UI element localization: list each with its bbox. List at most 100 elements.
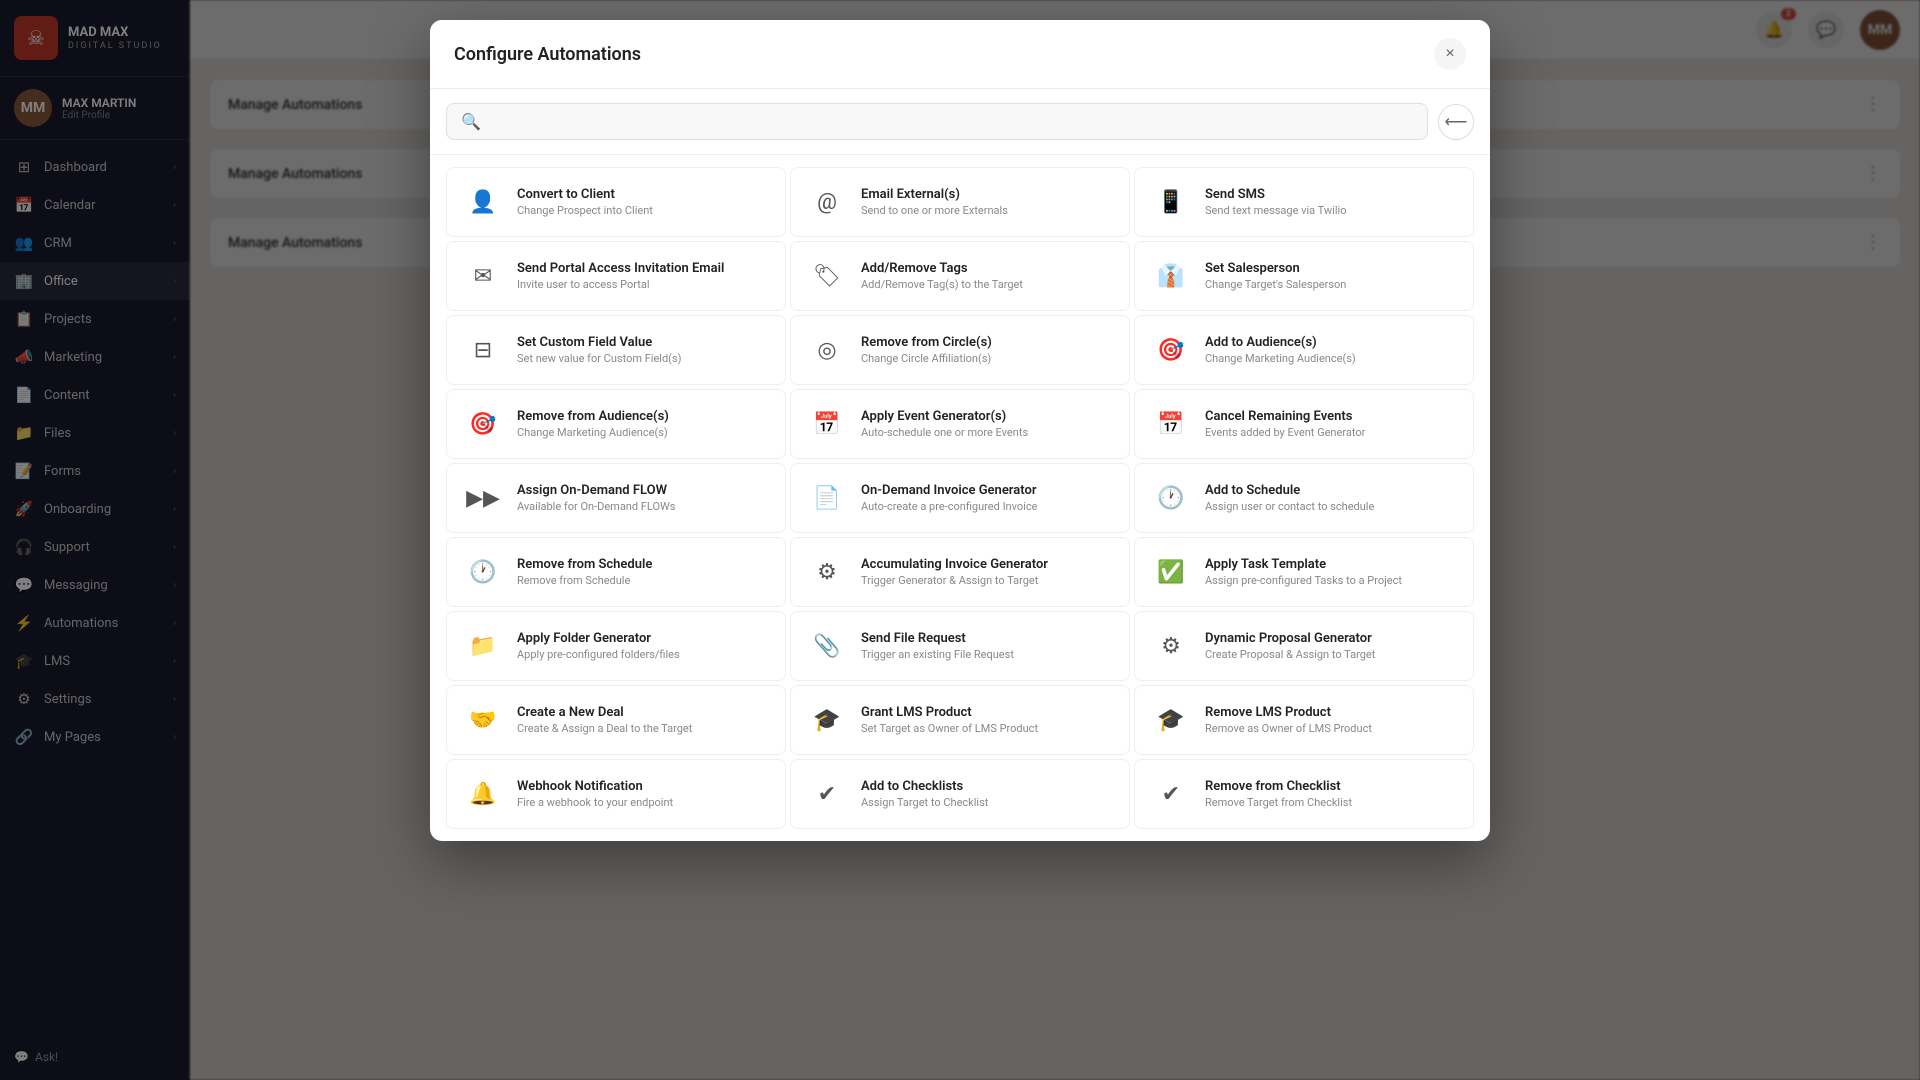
automation-card-remove-from-checklist[interactable]: ✔ Remove from Checklist Remove Target fr… <box>1134 759 1474 829</box>
card-icon: 🏷 <box>807 256 847 296</box>
card-title: Send SMS <box>1205 187 1346 202</box>
card-icon: ⚙ <box>807 552 847 592</box>
automation-card-remove-from-circles[interactable]: ◎ Remove from Circle(s) Change Circle Af… <box>790 315 1130 385</box>
card-title: Grant LMS Product <box>861 705 1038 720</box>
automation-card-on-demand-invoice-generator[interactable]: 📄 On-Demand Invoice Generator Auto-creat… <box>790 463 1130 533</box>
card-icon: ✔ <box>807 774 847 814</box>
card-desc: Create Proposal & Assign to Target <box>1205 648 1375 661</box>
card-icon: 🔔 <box>463 774 503 814</box>
automation-card-set-custom-field[interactable]: ⊟ Set Custom Field Value Set new value f… <box>446 315 786 385</box>
card-icon: ⊟ <box>463 330 503 370</box>
card-title: Send File Request <box>861 631 1014 646</box>
card-desc: Change Marketing Audience(s) <box>1205 352 1356 365</box>
automation-card-remove-from-schedule[interactable]: 🕐 Remove from Schedule Remove from Sched… <box>446 537 786 607</box>
card-title: Add to Audience(s) <box>1205 335 1356 350</box>
automation-card-apply-folder-generator[interactable]: 📁 Apply Folder Generator Apply pre-confi… <box>446 611 786 681</box>
card-desc: Change Prospect into Client <box>517 204 653 217</box>
automation-card-email-externals[interactable]: @ Email External(s) Send to one or more … <box>790 167 1130 237</box>
card-icon: ▶▶ <box>463 478 503 518</box>
card-desc: Remove as Owner of LMS Product <box>1205 722 1372 735</box>
automation-card-dynamic-proposal-generator[interactable]: ⚙ Dynamic Proposal Generator Create Prop… <box>1134 611 1474 681</box>
automation-card-send-sms[interactable]: 📱 Send SMS Send text message via Twilio <box>1134 167 1474 237</box>
card-desc: Events added by Event Generator <box>1205 426 1365 439</box>
card-icon: 📅 <box>807 404 847 444</box>
back-button[interactable]: ⟵ <box>1438 104 1474 140</box>
card-desc: Trigger an existing File Request <box>861 648 1014 661</box>
card-title: Create a New Deal <box>517 705 692 720</box>
card-desc: Available for On-Demand FLOWs <box>517 500 675 513</box>
card-desc: Apply pre-configured folders/files <box>517 648 680 661</box>
card-desc: Auto-schedule one or more Events <box>861 426 1028 439</box>
card-icon: 🕐 <box>463 552 503 592</box>
card-title: Send Portal Access Invitation Email <box>517 261 724 276</box>
card-title: Remove LMS Product <box>1205 705 1372 720</box>
card-icon: ✅ <box>1151 552 1191 592</box>
automation-card-apply-task-template[interactable]: ✅ Apply Task Template Assign pre-configu… <box>1134 537 1474 607</box>
automation-card-send-file-request[interactable]: 📎 Send File Request Trigger an existing … <box>790 611 1130 681</box>
automation-card-cancel-remaining-events[interactable]: 📅 Cancel Remaining Events Events added b… <box>1134 389 1474 459</box>
card-title: Cancel Remaining Events <box>1205 409 1365 424</box>
card-title: Add/Remove Tags <box>861 261 1023 276</box>
automation-card-accumulating-invoice-generator[interactable]: ⚙ Accumulating Invoice Generator Trigger… <box>790 537 1130 607</box>
card-title: Remove from Audience(s) <box>517 409 669 424</box>
modal-overlay[interactable]: Configure Automations × 🔍 ⟵ 👤 Convert to… <box>0 0 1920 1080</box>
card-desc: Assign Target to Checklist <box>861 796 988 809</box>
automation-card-convert-to-client[interactable]: 👤 Convert to Client Change Prospect into… <box>446 167 786 237</box>
card-icon: 🎯 <box>463 404 503 444</box>
back-arrow-icon: ⟵ <box>1445 112 1468 132</box>
card-desc: Change Circle Affiliation(s) <box>861 352 992 365</box>
card-title: Apply Task Template <box>1205 557 1402 572</box>
search-input-wrapper: 🔍 <box>446 103 1428 140</box>
card-icon: 👤 <box>463 182 503 222</box>
automation-card-assign-on-demand-flow[interactable]: ▶▶ Assign On-Demand FLOW Available for O… <box>446 463 786 533</box>
automation-card-apply-event-generator[interactable]: 📅 Apply Event Generator(s) Auto-schedule… <box>790 389 1130 459</box>
automation-card-remove-lms-product[interactable]: 🎓 Remove LMS Product Remove as Owner of … <box>1134 685 1474 755</box>
card-title: Webhook Notification <box>517 779 673 794</box>
card-title: Add to Schedule <box>1205 483 1374 498</box>
card-icon: 👔 <box>1151 256 1191 296</box>
configure-automations-modal: Configure Automations × 🔍 ⟵ 👤 Convert to… <box>430 20 1490 841</box>
card-icon: 📎 <box>807 626 847 666</box>
card-icon: 🎓 <box>1151 700 1191 740</box>
card-title: Set Custom Field Value <box>517 335 681 350</box>
card-title: Add to Checklists <box>861 779 988 794</box>
search-icon: 🔍 <box>461 112 481 131</box>
card-icon: ✔ <box>1151 774 1191 814</box>
card-icon: 📄 <box>807 478 847 518</box>
card-icon: ◎ <box>807 330 847 370</box>
automation-card-add-remove-tags[interactable]: 🏷 Add/Remove Tags Add/Remove Tag(s) to t… <box>790 241 1130 311</box>
card-desc: Send to one or more Externals <box>861 204 1008 217</box>
automation-grid: 👤 Convert to Client Change Prospect into… <box>430 155 1490 841</box>
card-icon: @ <box>807 182 847 222</box>
close-button[interactable]: × <box>1434 38 1466 70</box>
card-desc: Send text message via Twilio <box>1205 204 1346 217</box>
card-title: Email External(s) <box>861 187 1008 202</box>
automation-card-create-new-deal[interactable]: 🤝 Create a New Deal Create & Assign a De… <box>446 685 786 755</box>
card-desc: Set new value for Custom Field(s) <box>517 352 681 365</box>
modal-title: Configure Automations <box>454 44 641 65</box>
automation-card-send-portal-access[interactable]: ✉ Send Portal Access Invitation Email In… <box>446 241 786 311</box>
card-title: Dynamic Proposal Generator <box>1205 631 1375 646</box>
card-icon: 📅 <box>1151 404 1191 444</box>
automation-card-grant-lms-product[interactable]: 🎓 Grant LMS Product Set Target as Owner … <box>790 685 1130 755</box>
automation-card-add-to-audiences[interactable]: 🎯 Add to Audience(s) Change Marketing Au… <box>1134 315 1474 385</box>
card-icon: 📱 <box>1151 182 1191 222</box>
card-desc: Remove Target from Checklist <box>1205 796 1352 809</box>
automation-card-add-to-checklists[interactable]: ✔ Add to Checklists Assign Target to Che… <box>790 759 1130 829</box>
search-input[interactable] <box>489 114 1413 130</box>
card-title: Remove from Circle(s) <box>861 335 992 350</box>
card-icon: 🕐 <box>1151 478 1191 518</box>
card-desc: Set Target as Owner of LMS Product <box>861 722 1038 735</box>
automation-card-remove-from-audiences[interactable]: 🎯 Remove from Audience(s) Change Marketi… <box>446 389 786 459</box>
card-desc: Assign user or contact to schedule <box>1205 500 1374 513</box>
automation-card-set-salesperson[interactable]: 👔 Set Salesperson Change Target's Salesp… <box>1134 241 1474 311</box>
card-title: Remove from Schedule <box>517 557 652 572</box>
card-icon: 🤝 <box>463 700 503 740</box>
automation-card-add-to-schedule[interactable]: 🕐 Add to Schedule Assign user or contact… <box>1134 463 1474 533</box>
card-desc: Remove from Schedule <box>517 574 652 587</box>
card-desc: Change Target's Salesperson <box>1205 278 1346 291</box>
card-desc: Trigger Generator & Assign to Target <box>861 574 1048 587</box>
card-icon: 🎯 <box>1151 330 1191 370</box>
card-desc: Add/Remove Tag(s) to the Target <box>861 278 1023 291</box>
automation-card-webhook-notification[interactable]: 🔔 Webhook Notification Fire a webhook to… <box>446 759 786 829</box>
